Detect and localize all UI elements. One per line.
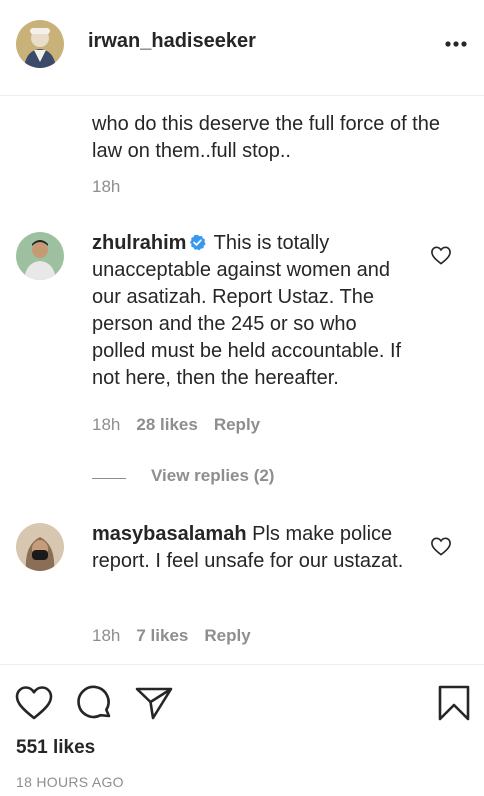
- commenter-username[interactable]: masybasalamah: [92, 523, 247, 545]
- comments-list: who do this deserve the full force of th…: [0, 96, 484, 664]
- view-replies-button[interactable]: View replies (2): [92, 466, 392, 490]
- reply-button[interactable]: Reply: [214, 415, 260, 434]
- comment-fragment-text: who do this deserve the full force of th…: [92, 96, 442, 165]
- post-likes-count[interactable]: 551 likes: [16, 737, 95, 759]
- reply-button[interactable]: Reply: [204, 626, 250, 645]
- heart-icon[interactable]: [14, 683, 54, 723]
- post-header: irwan_hadiseeker: [0, 0, 484, 96]
- commenter-avatar[interactable]: [16, 232, 64, 280]
- author-username[interactable]: irwan_hadiseeker: [88, 30, 256, 53]
- view-replies-label[interactable]: View replies (2): [151, 466, 274, 486]
- like-comment-heart-icon[interactable]: [430, 245, 452, 265]
- commenter-username[interactable]: zhulrahim: [92, 232, 186, 254]
- comment-text: who do this deserve the full force of th…: [92, 113, 440, 162]
- author-avatar[interactable]: [16, 20, 64, 68]
- more-horizontal-icon[interactable]: [444, 32, 468, 56]
- divider-line: [92, 478, 126, 479]
- comment-likes[interactable]: 28 likes: [136, 415, 197, 434]
- comment-meta: 18h 7 likes Reply: [92, 626, 267, 646]
- comment-meta: 18h 28 likes Reply: [92, 415, 276, 435]
- comment-likes[interactable]: 7 likes: [136, 626, 188, 645]
- share-icon[interactable]: [134, 683, 174, 723]
- comment-time: 18h: [92, 177, 121, 196]
- commenter-avatar[interactable]: [16, 523, 64, 571]
- comment-meta: 18h: [92, 177, 136, 197]
- bookmark-icon[interactable]: [434, 683, 474, 723]
- verified-badge-icon: [189, 232, 207, 251]
- comment-time: 18h: [92, 626, 121, 645]
- comment-text: This is totally unacceptable against wom…: [92, 232, 402, 389]
- like-comment-heart-icon[interactable]: [430, 536, 452, 556]
- comment-time: 18h: [92, 415, 121, 434]
- comment-icon[interactable]: [74, 683, 114, 723]
- post-actions: 551 likes 18 HOURS AGO: [0, 664, 484, 796]
- post-timestamp: 18 HOURS AGO: [16, 774, 124, 790]
